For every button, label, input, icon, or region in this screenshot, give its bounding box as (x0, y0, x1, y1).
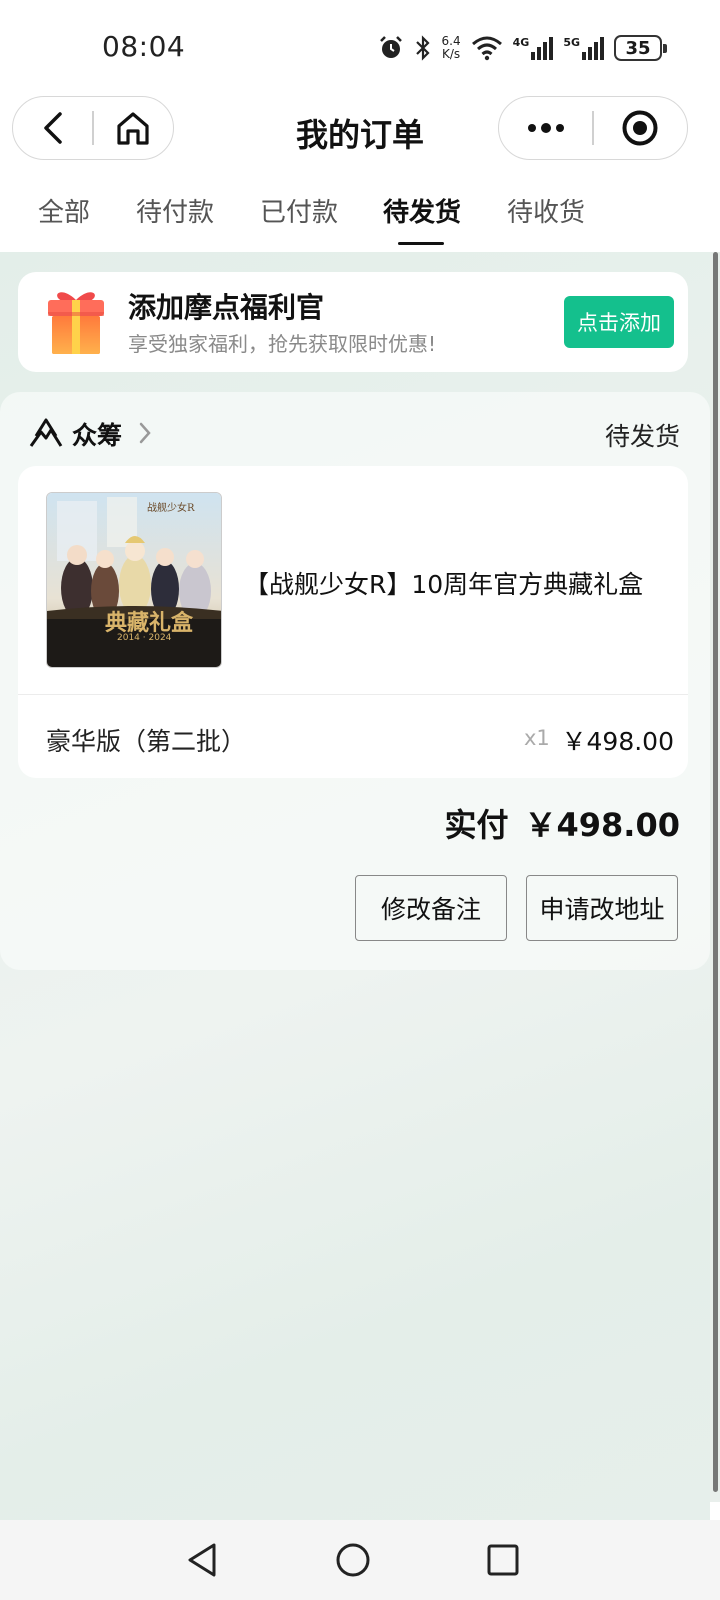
active-tab-indicator (398, 242, 444, 245)
net-speed: 6.4 K/s (442, 35, 461, 61)
home-circle-icon (336, 1543, 370, 1577)
wifi-icon (471, 36, 502, 61)
product-variant: 豪华版（第二批） (46, 727, 247, 756)
status-time: 08:04 (102, 30, 186, 63)
order-tabs: 全部 待付款 已付款 待发货 待收货 (0, 190, 720, 250)
divider (18, 694, 688, 695)
total-paid-amount: ￥498.00 (524, 806, 681, 844)
product-image[interactable]: 战舰少女R 典藏礼盒 2014 · 2024 (46, 492, 222, 668)
back-button[interactable] (13, 96, 92, 160)
signal-4g-label: 4G (512, 36, 530, 49)
close-miniprogram-button[interactable] (594, 96, 687, 160)
signal-4g-icon: 4G (513, 36, 554, 60)
battery-icon: 35 (614, 35, 667, 61)
system-home-button[interactable] (331, 1538, 375, 1582)
battery-level: 35 (625, 37, 651, 59)
home-button[interactable] (94, 96, 173, 160)
nav-capsule-left (12, 96, 174, 160)
back-triangle-icon (188, 1543, 216, 1577)
change-address-button[interactable]: 申请改地址 (526, 875, 678, 941)
net-speed-unit: K/s (441, 47, 461, 61)
scrollbar-thumb[interactable] (713, 252, 718, 1492)
tab-all[interactable]: 全部 (38, 192, 90, 229)
product-quantity: x1 (524, 726, 550, 750)
signal-5g-icon: 5G (563, 36, 604, 60)
order-status: 待发货 (604, 422, 680, 451)
edit-note-button[interactable]: 修改备注 (355, 875, 507, 941)
alarm-icon (379, 36, 402, 58)
promo-banner: 添加摩点福利官 享受独家福利，抢先获取限时优惠! 点击添加 (18, 272, 688, 372)
signal-5g-label: 5G (563, 36, 580, 49)
bluetooth-icon (415, 35, 430, 61)
tab-pending-receipt[interactable]: 待收货 (507, 192, 585, 229)
more-button[interactable] (499, 96, 592, 160)
system-navigation-bar (0, 1520, 720, 1600)
promo-title: 添加摩点福利官 (128, 291, 325, 324)
product-years-text: 2014 · 2024 (117, 633, 172, 643)
status-bar: 08:04 6.4 K/s 4G 5G 35 (0, 0, 720, 96)
status-icons: 6.4 K/s 4G 5G 35 (378, 32, 667, 64)
tab-paid[interactable]: 已付款 (260, 192, 338, 229)
product-logo-text: 战舰少女R (147, 503, 195, 514)
system-back-button[interactable] (180, 1538, 224, 1582)
tab-pending-shipment[interactable]: 待发货 (383, 192, 461, 229)
product-unit-price: ￥498.00 (561, 727, 674, 756)
system-recents-button[interactable] (481, 1538, 525, 1582)
more-icon (527, 123, 564, 133)
promo-subtitle: 享受独家福利，抢先获取限时优惠! (128, 332, 437, 356)
product-title[interactable]: 【战舰少女R】10周年官方典藏礼盒 (244, 565, 643, 601)
total-paid-label: 实付 (444, 806, 509, 844)
gift-box-icon (48, 292, 104, 354)
nav-capsule-right (498, 96, 688, 160)
chevron-right-icon[interactable] (138, 421, 152, 445)
order-source-link[interactable]: 众筹 (72, 416, 122, 452)
target-icon (622, 110, 658, 146)
nav-bar: 我的订单 (0, 96, 720, 160)
crowdfunding-icon (29, 418, 63, 447)
total-paid: 实付 ￥498.00 (444, 800, 680, 846)
add-welfare-button[interactable]: 点击添加 (564, 296, 674, 348)
recents-square-icon (487, 1544, 519, 1576)
back-icon (43, 112, 62, 144)
home-icon (117, 112, 149, 145)
tab-pending-payment[interactable]: 待付款 (136, 192, 214, 229)
